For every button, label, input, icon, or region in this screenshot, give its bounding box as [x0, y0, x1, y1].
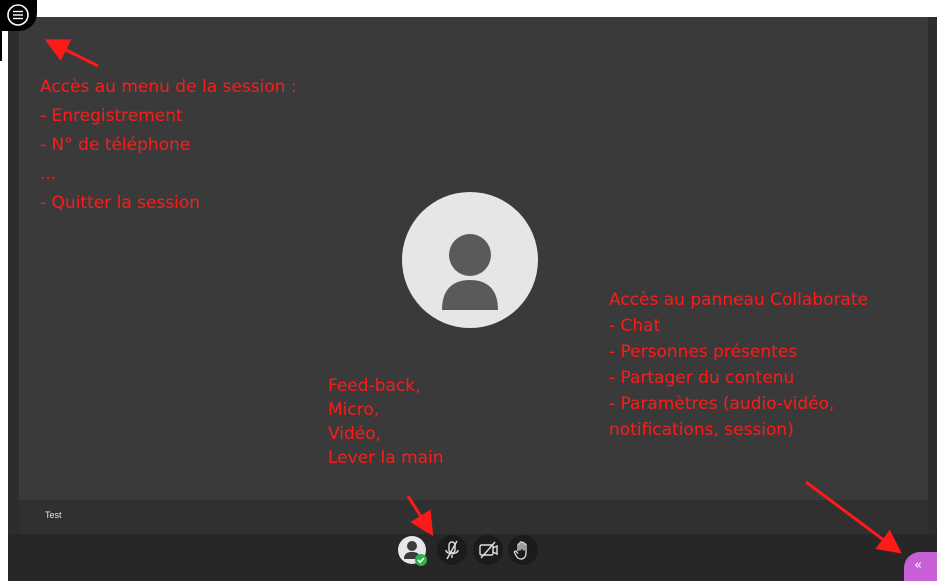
annotation-line: Feed-back,	[328, 376, 421, 396]
annotation-line: - Quitter la session	[40, 193, 201, 213]
double-chevron-left-icon: «	[914, 558, 922, 573]
annotation-line: Vidéo,	[328, 424, 382, 444]
annotation-line: - Partager du contenu	[609, 368, 795, 388]
annotation-line: Lever la main	[328, 448, 444, 468]
annotation-line: notifications, session)	[609, 420, 794, 440]
annotation-line: - Enregistrement	[40, 106, 183, 126]
annotation-line: Micro,	[328, 400, 380, 420]
microphone-button[interactable]	[437, 535, 467, 565]
hamburger-menu-icon	[7, 4, 29, 26]
raise-hand-button[interactable]	[508, 535, 538, 565]
feedback-status-icon	[398, 536, 427, 566]
annotation-line: - Chat	[609, 316, 661, 336]
annotation-line: Accès au panneau Collaborate	[609, 290, 869, 310]
annotation-collaborate-panel: Accès au panneau Collaborate - Chat - Pe…	[609, 287, 868, 443]
annotation-line: - Personnes présentes	[609, 342, 798, 362]
annotation-line: Accès au menu de la session :	[40, 77, 297, 97]
user-avatar-icon	[442, 234, 498, 310]
collaborate-panel-button[interactable]: «	[904, 552, 937, 581]
annotation-controls: Feed-back, Micro, Vidéo, Lever la main	[328, 374, 444, 470]
annotation-line: ...	[40, 164, 57, 184]
annotation-line: - Paramètres (audio-vidéo,	[609, 394, 835, 414]
annotation-line: - N° de téléphone	[40, 135, 191, 155]
feedback-button[interactable]	[397, 535, 427, 566]
participant-avatar	[402, 192, 538, 328]
microphone-muted-icon	[445, 540, 459, 560]
camera-off-icon	[479, 541, 498, 559]
annotation-session-menu: Accès au menu de la session : - Enregist…	[40, 73, 297, 218]
participant-name: Test	[45, 510, 62, 520]
left-edge-strip	[0, 31, 2, 61]
participant-name-bar: Test	[19, 500, 928, 534]
raise-hand-icon	[513, 541, 527, 560]
camera-button[interactable]	[473, 535, 503, 565]
